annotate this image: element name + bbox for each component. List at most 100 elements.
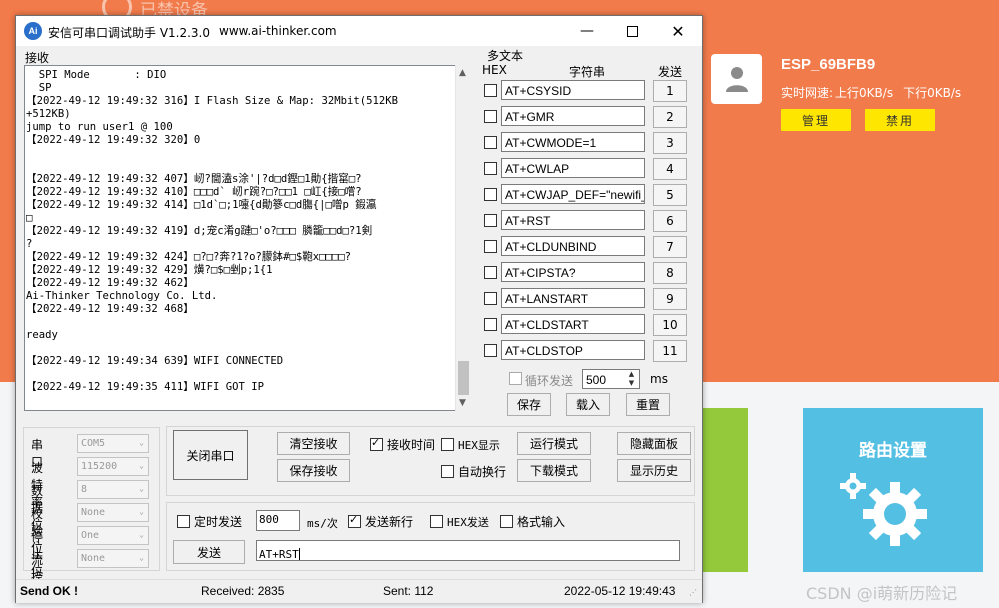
multi-text-send-button[interactable]: 6: [653, 210, 687, 232]
baud-select[interactable]: 115200 ⌄: [77, 457, 149, 476]
hex-send-option[interactable]: HEX发送: [430, 513, 500, 529]
hex-send-checkbox[interactable]: [430, 515, 443, 528]
hide-panel-button[interactable]: 隐藏面板: [617, 432, 691, 455]
multi-text-input[interactable]: AT+LANSTART: [501, 288, 645, 308]
format-input-option[interactable]: 格式输入: [500, 513, 570, 529]
multi-text-input[interactable]: AT+GMR: [501, 106, 645, 126]
multi-text-send-button[interactable]: 8: [653, 262, 687, 284]
route-settings-tile[interactable]: 路由设置: [803, 408, 983, 572]
resize-grip-icon[interactable]: ⋰: [689, 588, 697, 597]
col-send: 发送: [658, 65, 683, 79]
hex-display-checkbox[interactable]: [441, 438, 454, 451]
sent-count: Sent: 112: [383, 584, 434, 598]
multi-text-hex-checkbox[interactable]: [484, 266, 497, 279]
send-status: Send OK !: [20, 584, 79, 598]
status-datetime: 2022-05-12 19:49:43: [564, 584, 676, 598]
multi-text-hex-checkbox[interactable]: [484, 136, 497, 149]
multi-text-input[interactable]: AT+RST: [501, 210, 645, 230]
recv-time-checkbox[interactable]: [370, 436, 383, 451]
received-count: Received: 2835: [201, 584, 285, 598]
multi-text-hex-checkbox[interactable]: [484, 214, 497, 227]
multi-text-send-button[interactable]: 9: [653, 288, 687, 310]
multi-text-row: AT+CLDUNBIND 7: [483, 236, 693, 260]
save-button[interactable]: 保存: [507, 393, 551, 416]
loop-unit: ms: [650, 372, 668, 386]
multi-text-input[interactable]: AT+CWJAP_DEF="newifi_: [501, 184, 645, 204]
clear-receive-button[interactable]: 清空接收: [277, 432, 350, 455]
send-interval-input[interactable]: 800: [256, 510, 300, 531]
disable-button[interactable]: 禁用: [865, 109, 935, 131]
multi-text-input[interactable]: AT+CLDSTART: [501, 314, 645, 334]
receive-area[interactable]: SPI Mode : DIO SP 【2022-49-12 19:49:32 3…: [24, 65, 456, 411]
hex-display-option[interactable]: HEX显示: [441, 436, 511, 452]
maximize-button[interactable]: [609, 16, 655, 46]
multi-text-send-button[interactable]: 7: [653, 236, 687, 258]
chevron-down-icon: ⌄: [139, 461, 144, 470]
spin-arrows-icon[interactable]: ▲ ▼: [625, 370, 638, 388]
multi-text-input[interactable]: AT+CWLAP: [501, 158, 645, 178]
multi-text-row: AT+CWLAP 4: [483, 158, 693, 182]
send-input[interactable]: AT+RST: [256, 540, 680, 561]
green-tile[interactable]: [700, 408, 748, 572]
multi-text-send-button[interactable]: 10: [653, 314, 687, 336]
multi-text-send-button[interactable]: 2: [653, 106, 687, 128]
multi-text-input[interactable]: AT+CSYSID: [501, 80, 645, 100]
multi-text-hex-checkbox[interactable]: [484, 240, 497, 253]
format-input-checkbox[interactable]: [500, 515, 513, 528]
minimize-button[interactable]: —: [564, 16, 610, 46]
multi-text-hex-checkbox[interactable]: [484, 188, 497, 201]
multi-text-title: 多文本: [487, 49, 524, 63]
port-select[interactable]: COM5 ⌄: [77, 434, 149, 453]
device-name: ESP_69BFB9: [781, 56, 876, 73]
load-button[interactable]: 载入: [566, 393, 610, 416]
multi-text-hex-checkbox[interactable]: [484, 110, 497, 123]
multi-text-input[interactable]: AT+CWMODE=1: [501, 132, 645, 152]
device-avatar: [711, 54, 762, 104]
recv-time-option[interactable]: 接收时间: [370, 436, 450, 452]
multi-text-hex-checkbox[interactable]: [484, 318, 497, 331]
auto-wrap-checkbox[interactable]: [441, 465, 454, 478]
multi-text-send-button[interactable]: 3: [653, 132, 687, 154]
multi-text-send-button[interactable]: 11: [653, 340, 687, 362]
multi-text-send-button[interactable]: 1: [653, 80, 687, 102]
route-settings-title: 路由设置: [859, 441, 927, 461]
timed-send-option[interactable]: 定时发送: [177, 513, 247, 529]
timed-send-checkbox[interactable]: [177, 515, 190, 528]
multi-text-send-button[interactable]: 5: [653, 184, 687, 206]
save-receive-button[interactable]: 保存接收: [277, 459, 350, 482]
run-mode-button[interactable]: 运行模式: [517, 432, 591, 455]
maximize-icon: [626, 25, 638, 37]
close-button[interactable]: ✕: [655, 16, 701, 46]
minimize-icon: —: [580, 23, 594, 39]
flow-select[interactable]: None ⌄: [77, 549, 149, 568]
title-bar: Ai 安信可串口调试助手 V1.2.3.0 www.ai-thinker.com…: [16, 16, 702, 46]
data-bits-select[interactable]: 8 ⌄: [77, 480, 149, 499]
show-history-button[interactable]: 显示历史: [617, 459, 691, 482]
reset-button[interactable]: 重置: [626, 393, 670, 416]
app-icon: Ai: [24, 22, 42, 40]
manage-button[interactable]: 管理: [781, 109, 851, 131]
receive-label: 接收: [25, 51, 50, 65]
send-newline-checkbox[interactable]: [348, 513, 361, 528]
receive-scrollbar[interactable]: ▲ ▼: [455, 65, 472, 411]
multi-text-hex-checkbox[interactable]: [484, 344, 497, 357]
download-mode-button[interactable]: 下载模式: [517, 459, 591, 482]
scroll-thumb[interactable]: [458, 361, 469, 395]
scroll-up-icon[interactable]: ▲: [459, 68, 466, 78]
stop-bits-select[interactable]: One ⌄: [77, 526, 149, 545]
close-port-button[interactable]: 关闭串口: [173, 430, 248, 480]
scroll-down-icon[interactable]: ▼: [459, 398, 466, 408]
multi-text-hex-checkbox[interactable]: [484, 162, 497, 175]
send-newline-option[interactable]: 发送新行: [348, 513, 418, 529]
multi-text-hex-checkbox[interactable]: [484, 292, 497, 305]
parity-select[interactable]: None ⌄: [77, 503, 149, 522]
multi-text-row: AT+CWJAP_DEF="newifi_ 5: [483, 184, 693, 208]
send-button[interactable]: 发送: [173, 540, 245, 564]
multi-text-input[interactable]: AT+CLDUNBIND: [501, 236, 645, 256]
multi-text-input[interactable]: AT+CLDSTOP: [501, 340, 645, 360]
auto-wrap-option[interactable]: 自动换行: [441, 463, 511, 479]
multi-text-hex-checkbox[interactable]: [484, 84, 497, 97]
loop-send-checkbox[interactable]: [509, 372, 522, 385]
multi-text-input[interactable]: AT+CIPSTA?: [501, 262, 645, 282]
multi-text-send-button[interactable]: 4: [653, 158, 687, 180]
